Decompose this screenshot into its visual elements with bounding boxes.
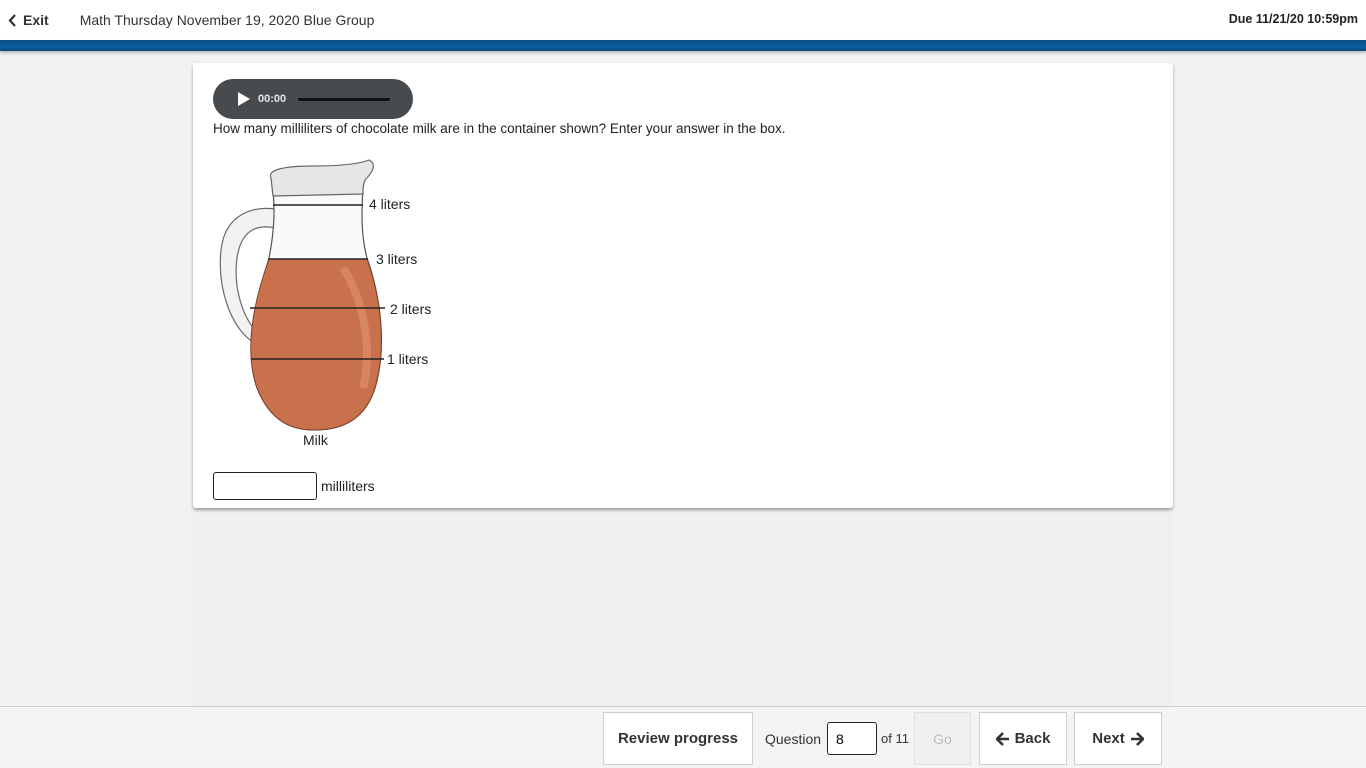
footer-bar: Review progress Question of 11 Go Back N… bbox=[0, 706, 1366, 768]
next-label: Next bbox=[1092, 730, 1125, 747]
question-card: 00:00 How many milliliters of chocolate … bbox=[193, 63, 1173, 508]
page-backdrop bbox=[193, 508, 1173, 706]
back-button[interactable]: Back bbox=[979, 712, 1067, 765]
answer-units: milliliters bbox=[321, 478, 375, 494]
milk-fill bbox=[250, 258, 382, 431]
due-date: Due 11/21/20 10:59pm bbox=[1228, 12, 1358, 26]
arrow-right-icon bbox=[1130, 731, 1144, 746]
exit-button[interactable]: Exit bbox=[8, 12, 49, 28]
label-4-liters: 4 liters bbox=[369, 196, 410, 212]
label-3-liters: 3 liters bbox=[376, 251, 417, 267]
top-header: Exit Math Thursday November 19, 2020 Blu… bbox=[0, 0, 1366, 40]
assignment-title: Math Thursday November 19, 2020 Blue Gro… bbox=[79, 12, 375, 28]
chevron-left-icon bbox=[8, 13, 16, 27]
back-label: Back bbox=[1014, 730, 1051, 747]
pitcher-rim bbox=[269, 159, 374, 197]
question-label: Question bbox=[765, 730, 822, 747]
answer-row: milliliters bbox=[213, 472, 375, 500]
next-button[interactable]: Next bbox=[1074, 712, 1162, 765]
pitcher-figure: 4 liters 3 liters 2 liters 1 liters Milk bbox=[219, 159, 431, 448]
question-text: How many milliliters of chocolate milk a… bbox=[213, 121, 786, 136]
question-total: of 11 bbox=[881, 731, 909, 746]
figure-caption: Milk bbox=[303, 432, 329, 448]
header-accent-bar bbox=[0, 40, 1366, 51]
play-icon[interactable] bbox=[237, 91, 251, 107]
review-progress-button[interactable]: Review progress bbox=[603, 712, 753, 765]
audio-progress-bar[interactable] bbox=[298, 97, 391, 101]
go-button[interactable]: Go bbox=[914, 712, 971, 765]
question-number-input[interactable] bbox=[827, 722, 878, 755]
exit-label: Exit bbox=[23, 12, 49, 28]
audio-player: 00:00 bbox=[213, 79, 413, 119]
label-1-liters: 1 liters bbox=[387, 351, 428, 367]
answer-input[interactable] bbox=[213, 472, 317, 500]
arrow-left-icon bbox=[995, 731, 1009, 746]
label-2-liters: 2 liters bbox=[390, 301, 431, 317]
audio-time: 00:00 bbox=[258, 93, 287, 105]
